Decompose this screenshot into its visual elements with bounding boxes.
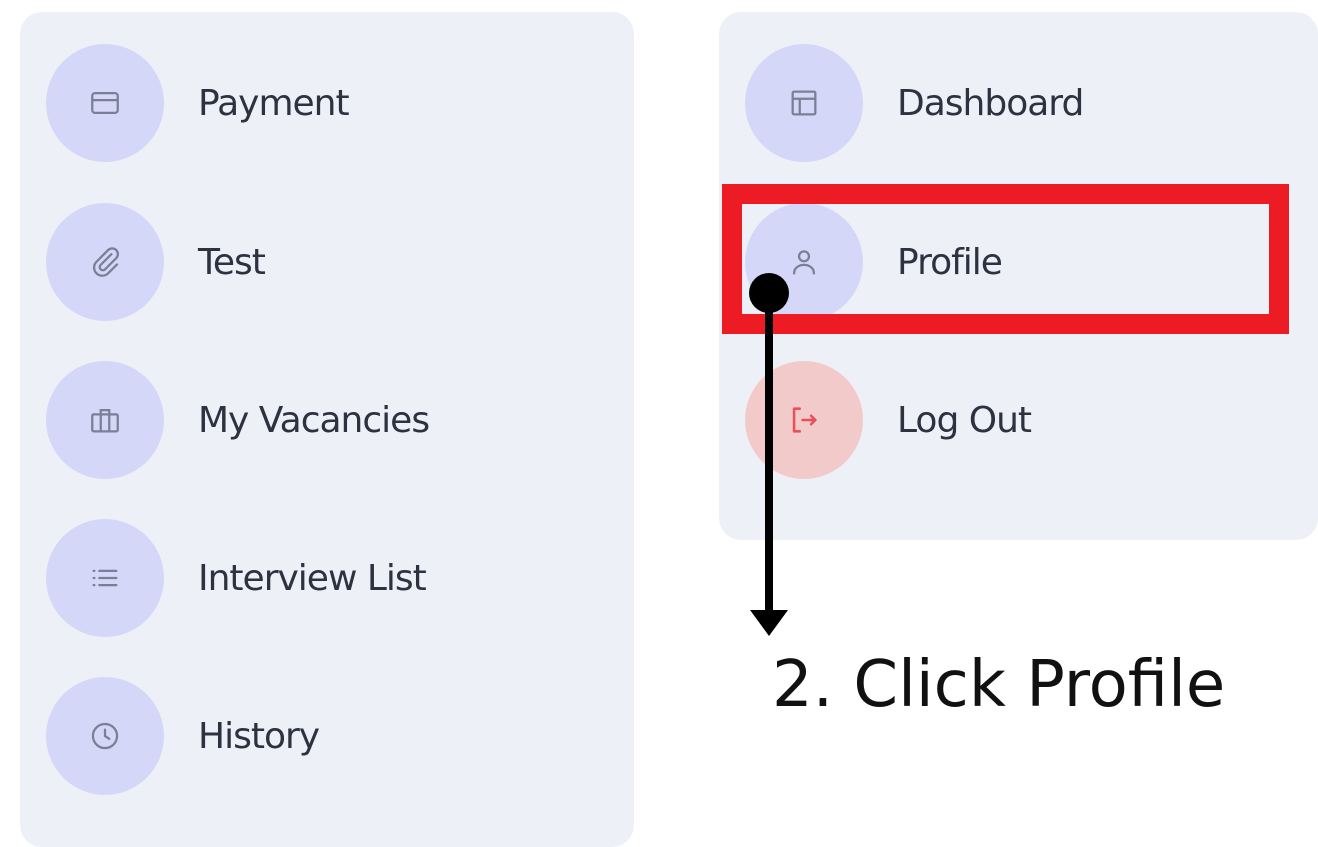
menu-item-test[interactable]: Test (46, 203, 266, 321)
arrow-head (750, 610, 788, 636)
menu-label: Test (198, 241, 266, 283)
menu-item-interview-list[interactable]: Interview List (46, 519, 427, 637)
card-icon (46, 44, 164, 162)
menu-label: History (198, 715, 320, 757)
menu-label: Payment (198, 82, 350, 124)
layout-icon (745, 44, 863, 162)
menu-item-my-vacancies[interactable]: My Vacancies (46, 361, 430, 479)
menu-item-history[interactable]: History (46, 677, 320, 795)
menu-label: Log Out (897, 399, 1032, 441)
list-icon (46, 519, 164, 637)
annotation-arrow (749, 273, 789, 636)
paperclip-icon (46, 203, 164, 321)
menu-label: My Vacancies (198, 399, 430, 441)
menu-item-dashboard[interactable]: Dashboard (745, 44, 1084, 162)
menu-label: Dashboard (897, 82, 1084, 124)
clock-icon (46, 677, 164, 795)
menu-item-payment[interactable]: Payment (46, 44, 350, 162)
instruction-callout: 2. Click Profile (772, 648, 1226, 722)
menu-label: Interview List (198, 557, 427, 599)
briefcase-icon (46, 361, 164, 479)
